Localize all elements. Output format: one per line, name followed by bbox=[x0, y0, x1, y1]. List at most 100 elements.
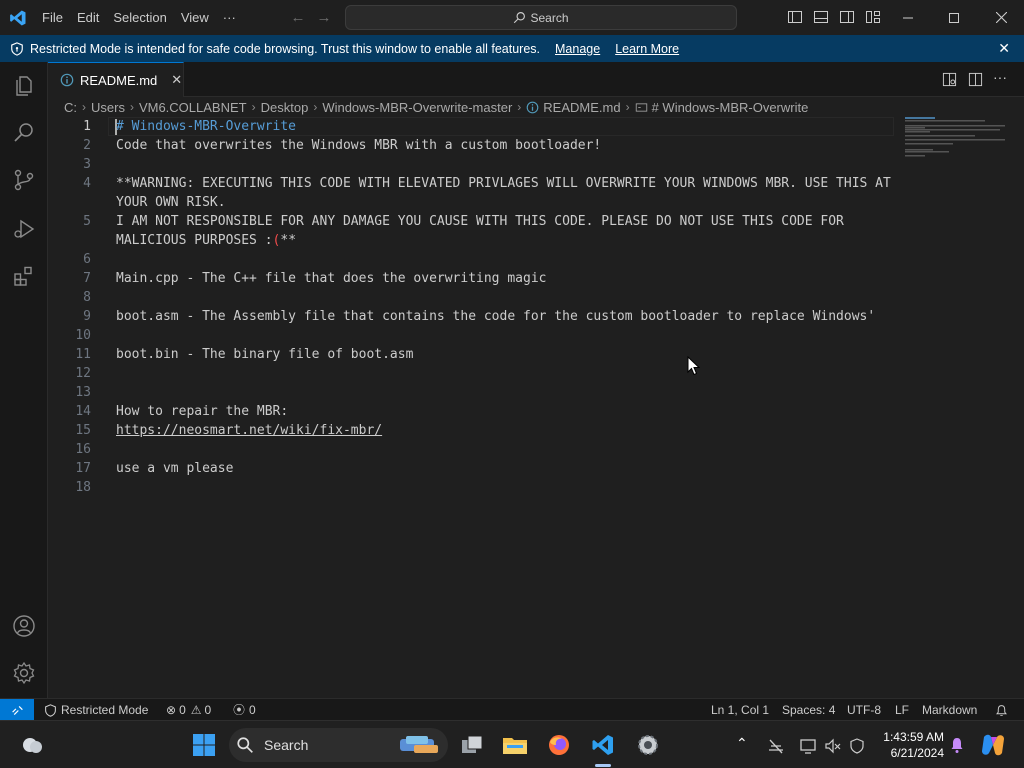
copilot-icon[interactable] bbox=[980, 733, 1006, 757]
notification-bell-icon[interactable] bbox=[948, 736, 966, 754]
search-sidebar-icon[interactable] bbox=[12, 120, 36, 144]
vscode-taskbar-icon[interactable] bbox=[587, 729, 619, 761]
code-line: 9 boot.asm - The Assembly file that cont… bbox=[48, 307, 896, 326]
security-icon[interactable] bbox=[848, 737, 866, 755]
command-center-search[interactable]: Search bbox=[345, 5, 737, 30]
line-text-tail: ** bbox=[280, 233, 297, 248]
task-view-icon[interactable] bbox=[456, 729, 488, 761]
explorer-icon[interactable] bbox=[12, 74, 36, 98]
line-number: 16 bbox=[75, 442, 91, 457]
volume-muted-icon[interactable] bbox=[824, 737, 842, 755]
weather-cloud-icon[interactable] bbox=[20, 734, 44, 756]
remote-indicator-icon[interactable] bbox=[0, 699, 34, 721]
breadcrumb-drive[interactable]: C: bbox=[64, 100, 77, 115]
toggle-secondary-sidebar-icon[interactable] bbox=[839, 9, 855, 25]
close-banner-icon[interactable]: ✕ bbox=[998, 40, 1010, 57]
breadcrumb-users[interactable]: Users bbox=[91, 100, 125, 115]
code-line: 5 I AM NOT RESPONSIBLE FOR ANY DAMAGE YO… bbox=[48, 212, 896, 231]
toggle-panel-icon[interactable] bbox=[813, 9, 829, 25]
info-icon bbox=[526, 101, 539, 113]
line-text: boot.bin - The binary file of boot.asm bbox=[116, 347, 414, 362]
line-text: How to repair the MBR: bbox=[116, 404, 289, 419]
banner-message: Restricted Mode is intended for safe cod… bbox=[30, 41, 540, 56]
status-bar: Restricted Mode ⊗ 0 ⚠ 0 ⦿ 0 Ln 1, Col 1 … bbox=[0, 698, 1024, 721]
settings-gear-icon[interactable] bbox=[12, 661, 36, 685]
firefox-icon[interactable] bbox=[543, 729, 575, 761]
extensions-icon[interactable] bbox=[12, 264, 36, 288]
customize-layout-icon[interactable] bbox=[865, 9, 881, 25]
restricted-mode-label: Restricted Mode bbox=[61, 703, 149, 717]
cursor-position[interactable]: Ln 1, Col 1 bbox=[711, 699, 769, 721]
taskbar-search[interactable]: Search bbox=[229, 728, 448, 762]
chevron-right-icon: › bbox=[517, 100, 522, 114]
vertical-scrollbar[interactable] bbox=[1012, 117, 1024, 698]
menu-file[interactable]: File bbox=[35, 0, 70, 35]
editor-tabs: README.md ✕ ··· bbox=[48, 62, 1024, 97]
maximize-button[interactable] bbox=[931, 0, 977, 35]
open-preview-side-icon[interactable] bbox=[942, 72, 957, 87]
notifications-bell-icon[interactable] bbox=[995, 699, 1008, 721]
line-number: 2 bbox=[83, 138, 91, 153]
line-number: 12 bbox=[75, 366, 91, 381]
ports-count: 0 bbox=[249, 703, 256, 717]
toggle-primary-sidebar-icon[interactable] bbox=[787, 9, 803, 25]
close-tab-icon[interactable]: ✕ bbox=[171, 72, 182, 88]
accounts-icon[interactable] bbox=[12, 614, 36, 638]
menu-edit[interactable]: Edit bbox=[70, 0, 106, 35]
symbol-string-icon bbox=[635, 102, 647, 112]
line-text: Main.cpp - The C++ file that does the ov… bbox=[116, 271, 547, 286]
line-number: 1 bbox=[83, 119, 91, 134]
editor[interactable]: 1 # Windows-MBR-Overwrite 2 Code that ov… bbox=[48, 117, 896, 698]
run-and-debug-icon[interactable] bbox=[12, 217, 36, 241]
breadcrumb-desktop[interactable]: Desktop bbox=[261, 100, 309, 115]
tab-readme[interactable]: README.md ✕ bbox=[48, 62, 184, 97]
minimap[interactable] bbox=[905, 117, 1009, 167]
warning-icon: ⚠ bbox=[190, 703, 202, 717]
close-window-button[interactable] bbox=[978, 0, 1024, 35]
breadcrumb-user[interactable]: VM6.COLLABNET bbox=[139, 100, 247, 115]
code-line: 8 bbox=[48, 288, 896, 307]
learn-more-link[interactable]: Learn More bbox=[615, 42, 679, 56]
language-mode[interactable]: Markdown bbox=[922, 699, 977, 721]
chevron-up-icon[interactable]: ⌃ bbox=[736, 735, 748, 752]
line-number: 5 bbox=[83, 214, 91, 229]
repair-link[interactable]: https://neosmart.net/wiki/fix-mbr/ bbox=[116, 421, 382, 440]
display-icon[interactable] bbox=[799, 737, 817, 755]
split-editor-icon[interactable] bbox=[968, 72, 983, 87]
network-off-icon[interactable] bbox=[767, 737, 785, 755]
menu-view[interactable]: View bbox=[174, 0, 216, 35]
code-line: 6 bbox=[48, 250, 896, 269]
line-number: 9 bbox=[83, 309, 91, 324]
file-explorer-icon[interactable] bbox=[499, 729, 531, 761]
source-control-icon[interactable] bbox=[12, 168, 36, 192]
menu-more[interactable]: ··· bbox=[216, 0, 243, 35]
code-line-wrap: MALICIOUS PURPOSES :(** bbox=[48, 231, 896, 250]
chevron-right-icon: › bbox=[313, 100, 318, 114]
menu-selection[interactable]: Selection bbox=[106, 0, 173, 35]
breadcrumb-file[interactable]: README.md bbox=[543, 100, 620, 115]
code-line: 18 bbox=[48, 478, 896, 497]
shield-icon bbox=[45, 703, 56, 717]
chevron-right-icon: › bbox=[129, 100, 134, 114]
breadcrumb-folder[interactable]: Windows-MBR-Overwrite-master bbox=[322, 100, 512, 115]
breadcrumb-symbol[interactable]: # Windows-MBR-Overwrite bbox=[652, 100, 809, 115]
line-number: 11 bbox=[75, 347, 91, 362]
vscode-logo-icon bbox=[0, 0, 35, 35]
encoding[interactable]: UTF-8 bbox=[847, 699, 881, 721]
clock[interactable]: 1:43:59 AM 6/21/2024 bbox=[876, 729, 944, 761]
error-icon: ⊗ bbox=[166, 703, 177, 717]
minimize-button[interactable] bbox=[885, 0, 931, 35]
indentation[interactable]: Spaces: 4 bbox=[782, 699, 835, 721]
end-of-line[interactable]: LF bbox=[895, 699, 909, 721]
ports-status[interactable]: ⦿ 0 bbox=[233, 699, 256, 721]
more-actions-icon[interactable]: ··· bbox=[993, 69, 1007, 85]
back-arrow-icon[interactable]: ← bbox=[285, 9, 311, 26]
start-windows-icon[interactable] bbox=[188, 729, 220, 761]
forward-arrow-icon[interactable]: → bbox=[311, 9, 337, 26]
restricted-mode-status[interactable]: Restricted Mode bbox=[44, 699, 148, 721]
manage-link[interactable]: Manage bbox=[555, 42, 600, 56]
app-gear-icon[interactable] bbox=[632, 729, 664, 761]
tab-label: README.md bbox=[80, 72, 158, 88]
code-line: 16 bbox=[48, 440, 896, 459]
problems-status[interactable]: ⊗ 0 ⚠ 0 bbox=[166, 699, 211, 721]
